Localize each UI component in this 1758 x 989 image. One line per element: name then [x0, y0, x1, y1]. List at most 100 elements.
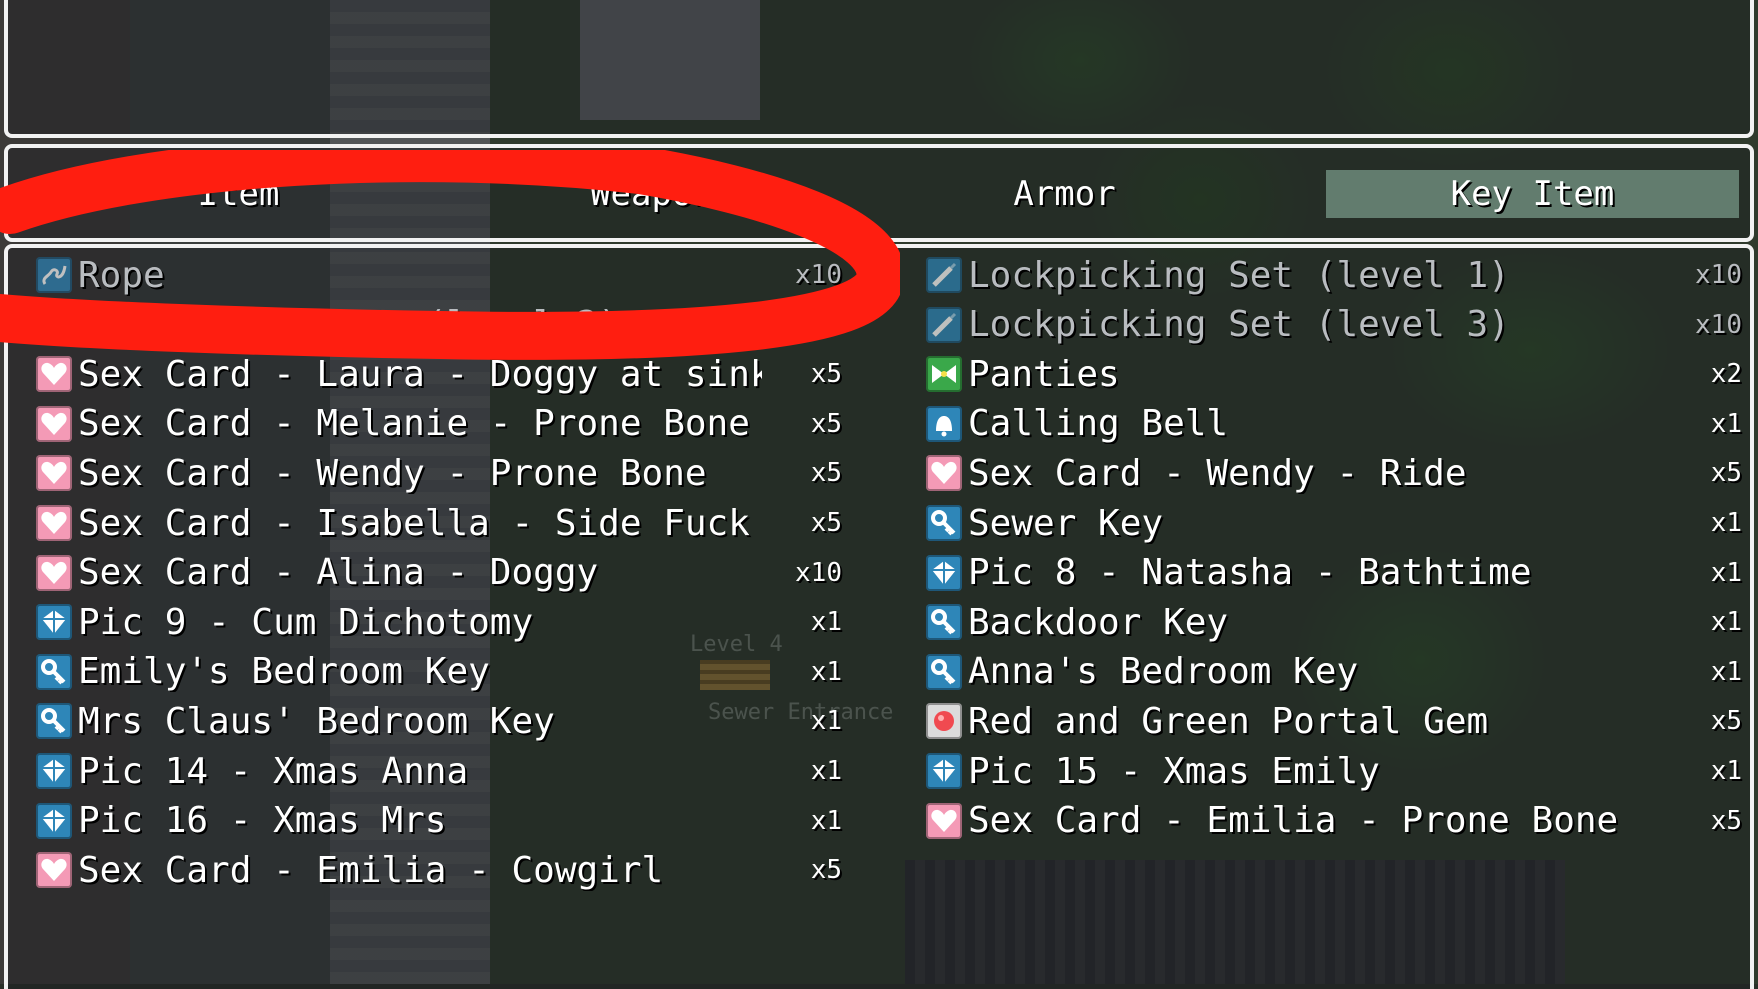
picture-icon	[36, 802, 72, 839]
item-row[interactable]: Sex Card - Melanie - Prone Bone x5	[8, 399, 848, 449]
item-name: Sex Card - Melanie - Prone Bone	[78, 403, 750, 445]
item-row[interactable]: Emily's Bedroom Key x1	[8, 647, 848, 697]
item-row[interactable]: Sex Card - Alina - Doggy x10	[8, 548, 848, 598]
item-name: Pic 9 - Cum Dichotomy	[78, 601, 534, 643]
item-quantity: x5	[810, 408, 842, 439]
item-quantity: x1	[1710, 408, 1742, 439]
help-window	[4, 0, 1754, 138]
item-name: Pic 16 - Xmas Mrs	[78, 800, 447, 842]
item-row[interactable]: Backdoor Key x1	[898, 597, 1748, 647]
lockpick-icon	[926, 257, 962, 293]
item-quantity: x1	[810, 805, 842, 836]
item-row[interactable]: Sex Card - Wendy - Ride x5	[898, 448, 1748, 498]
tab-key-item[interactable]: Key Item	[1326, 170, 1739, 218]
item-row[interactable]: Pic 9 - Cum Dichotomy x1	[8, 597, 848, 647]
item-quantity: x5	[810, 458, 842, 489]
bow-icon	[926, 356, 962, 393]
item-row[interactable]: Anna's Bedroom Key x1	[898, 647, 1748, 697]
rope-icon	[36, 257, 72, 293]
picture-icon	[36, 753, 72, 789]
item-row[interactable]: Pic 8 - Natasha - Bathtime x1	[898, 548, 1748, 598]
item-row[interactable]: Lockpicking Set (level 1) x10	[898, 250, 1748, 300]
item-name: Pic 14 - Xmas Anna	[78, 750, 469, 792]
item-name: Backdoor Key	[968, 601, 1229, 643]
key-icon	[36, 653, 72, 690]
item-name: Emily's Bedroom Key	[78, 651, 490, 693]
item-quantity: x10	[1695, 260, 1742, 290]
item-row[interactable]: Mrs Claus' Bedroom Key x1	[8, 696, 848, 746]
item-name: Lockpicking Set (level 2)	[78, 304, 620, 346]
item-quantity: x1	[1710, 607, 1742, 638]
item-quantity: x5	[1710, 805, 1742, 836]
item-quantity: x1	[810, 706, 842, 737]
item-name: Lockpicking Set (level 1)	[968, 254, 1510, 296]
item-name: Anna's Bedroom Key	[968, 651, 1359, 693]
heart-icon	[926, 455, 962, 492]
item-row[interactable]: Sex Card - Laura - Doggy at sink(Day) x5	[8, 349, 848, 399]
item-row[interactable]: Sex Card - Emilia - Cowgirl x5	[8, 845, 848, 895]
item-name: Lockpicking Set (level 3)	[968, 304, 1510, 346]
picture-icon	[926, 554, 962, 591]
tab-weapon[interactable]: Weapon	[445, 170, 858, 218]
item-row[interactable]: Sex Card - Wendy - Prone Bone x5	[8, 448, 848, 498]
item-quantity: x1	[1710, 508, 1742, 538]
heart-icon	[36, 505, 72, 541]
tab-armor[interactable]: Armor	[858, 170, 1271, 218]
item-row[interactable]: Sex Card - Isabella - Side Fuck x5	[8, 498, 848, 548]
item-quantity: x5	[810, 508, 842, 538]
item-row[interactable]: Pic 16 - Xmas Mrs x1	[8, 796, 848, 846]
item-quantity: x5	[1710, 706, 1742, 737]
item-name: Pic 15 - Xmas Emily	[968, 750, 1380, 792]
item-row[interactable]: Lockpicking Set (level 3) x10	[898, 300, 1748, 350]
item-name: Sex Card - Isabella - Side Fuck	[78, 502, 750, 544]
item-name: Calling Bell	[968, 403, 1229, 445]
item-quantity: x10	[795, 260, 842, 290]
item-quantity: x1	[1710, 756, 1742, 786]
heart-icon	[36, 852, 72, 889]
item-quantity: x1	[810, 607, 842, 638]
gem-icon	[926, 703, 962, 740]
item-row[interactable]: Pic 15 - Xmas Emily x1	[898, 746, 1748, 796]
heart-icon	[36, 405, 72, 442]
heart-icon	[926, 802, 962, 839]
item-row[interactable]: Sewer Key x1	[898, 498, 1748, 548]
item-quantity: x1	[1710, 656, 1742, 687]
item-row[interactable]: Rope x10	[8, 250, 848, 300]
item-name: Sex Card - Wendy - Ride	[968, 452, 1467, 494]
item-name: Sex Card - Emilia - Prone Bone	[968, 800, 1619, 842]
bell-icon	[926, 405, 962, 442]
key-icon	[36, 703, 72, 740]
item-row[interactable]: Pic 14 - Xmas Anna x1	[8, 746, 848, 796]
item-quantity: x5	[1710, 458, 1742, 489]
key-icon	[926, 604, 962, 641]
item-name: Sex Card - Emilia - Cowgirl	[78, 849, 664, 891]
item-name: Sex Card - Laura - Doggy at sink(Day)	[78, 353, 762, 395]
item-quantity: x2	[1710, 359, 1742, 390]
heart-icon	[36, 455, 72, 492]
item-row[interactable]: Lockpicking Set (level 2)	[8, 300, 848, 350]
picture-icon	[36, 604, 72, 641]
picture-icon	[926, 753, 962, 789]
lockpick-icon	[926, 306, 962, 343]
item-row[interactable]: Calling Bell x1	[898, 399, 1748, 449]
item-quantity: x1	[1710, 557, 1742, 588]
item-name: Sex Card - Wendy - Prone Bone	[78, 452, 707, 494]
item-row[interactable]: Red and Green Portal Gem x5	[898, 696, 1748, 746]
item-row[interactable]: Panties x2	[898, 349, 1748, 399]
lockpick-icon	[36, 306, 72, 343]
key-icon	[926, 505, 962, 541]
heart-icon	[36, 356, 72, 393]
item-name: Sewer Key	[968, 502, 1164, 544]
item-quantity: x5	[810, 359, 842, 390]
item-quantity: x10	[1695, 309, 1742, 340]
item-quantity: x1	[810, 656, 842, 687]
item-name: Sex Card - Alina - Doggy	[78, 552, 599, 594]
item-quantity: x10	[795, 557, 842, 588]
tab-item[interactable]: Item	[32, 170, 445, 218]
item-row[interactable]: Sex Card - Emilia - Prone Bone x5	[898, 796, 1748, 846]
item-name: Red and Green Portal Gem	[968, 700, 1489, 742]
category-window: Item Weapon Armor Key Item	[4, 144, 1754, 242]
item-list-window: Rope x10 Lockpicking Set (level 2) Sex Card…	[4, 244, 1754, 989]
item-quantity: x5	[810, 855, 842, 886]
item-name: Pic 8 - Natasha - Bathtime	[968, 552, 1532, 594]
